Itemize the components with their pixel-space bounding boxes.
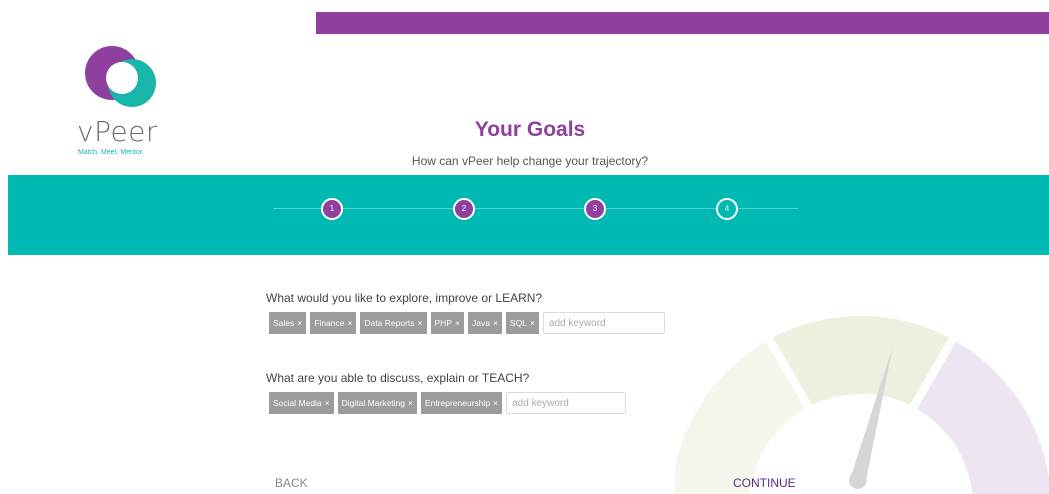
remove-tag-icon[interactable]: × (455, 318, 460, 328)
page-title: Your Goals (474, 118, 586, 141)
back-button[interactable]: BACK (275, 476, 308, 490)
teach-tag-list: Social Media × Digital Marketing × Entrepr… (269, 392, 627, 414)
step-2[interactable]: 2 (453, 198, 475, 220)
progress-steps-band: 1 2 3 4 (8, 175, 1049, 255)
remove-tag-icon[interactable]: × (493, 398, 498, 408)
teach-keyword-input[interactable] (506, 392, 627, 414)
remove-tag-icon[interactable]: × (418, 318, 423, 328)
remove-tag-icon[interactable]: × (347, 318, 352, 328)
learn-keyword-input[interactable] (542, 312, 665, 334)
remove-tag-icon[interactable]: × (408, 398, 413, 408)
vpeer-logo: vPeer Match. Meet. Mentor. (70, 40, 180, 160)
remove-tag-icon[interactable]: × (325, 398, 330, 408)
teach-tag: Entrepreneurship × (420, 392, 503, 414)
learn-tag: PHP × (430, 312, 464, 334)
learn-tag: Sales × (269, 312, 307, 334)
learn-question: What would you like to explore, improve … (266, 291, 543, 305)
remove-tag-icon[interactable]: × (493, 318, 498, 328)
learn-tag-list: Sales × Finance × Data Reports × PHP × Java ×… (269, 312, 665, 334)
remove-tag-icon[interactable]: × (530, 318, 535, 328)
top-accent-bar (316, 12, 1049, 34)
learn-tag: Data Reports × (360, 312, 427, 334)
learn-tag: Finance × (310, 312, 357, 334)
learn-tag: SQL × (505, 312, 539, 334)
teach-tag: Digital Marketing × (337, 392, 417, 414)
teach-tag: Social Media × (269, 392, 334, 414)
step-4[interactable]: 4 (716, 198, 738, 220)
step-3[interactable]: 3 (584, 198, 606, 220)
remove-tag-icon[interactable]: × (297, 318, 302, 328)
teach-question: What are you able to discuss, explain or… (266, 371, 530, 385)
learn-tag: Java × (467, 312, 502, 334)
gauge-graphic (675, 315, 1049, 494)
continue-button[interactable]: CONTINUE (733, 476, 796, 490)
page-subtitle: How can vPeer help change your trajector… (411, 154, 649, 168)
logo-rings-icon (85, 46, 156, 107)
step-1[interactable]: 1 (321, 198, 343, 220)
